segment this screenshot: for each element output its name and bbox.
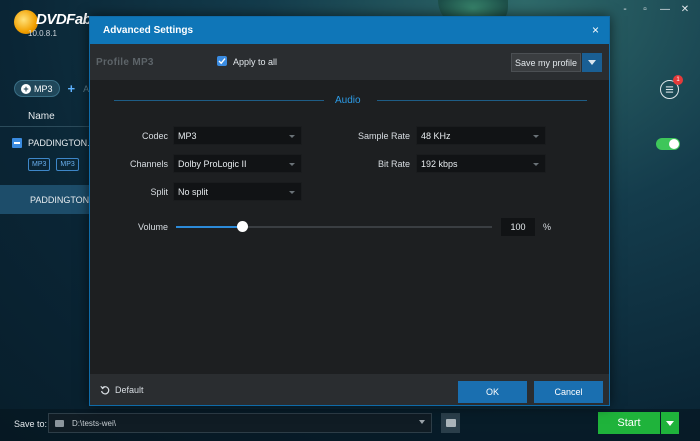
apply-to-all-label[interactable]: Apply to all bbox=[233, 57, 277, 67]
start-options-button[interactable] bbox=[661, 412, 679, 434]
chevron-down-icon bbox=[289, 191, 295, 194]
audio-tag[interactable]: MP3 bbox=[28, 158, 51, 171]
split-value: No split bbox=[178, 186, 209, 197]
list-icon bbox=[665, 86, 674, 93]
profile-value: MP3 bbox=[132, 57, 154, 68]
chevron-down-icon bbox=[289, 135, 295, 138]
collapse-checkbox[interactable] bbox=[12, 138, 22, 148]
notification-badge: 1 bbox=[673, 75, 683, 85]
ok-button[interactable]: OK bbox=[458, 381, 527, 403]
audio-tags: MP3 MP3 bbox=[28, 158, 79, 171]
profile-pill-label: MP3 bbox=[34, 83, 53, 94]
folder-icon bbox=[55, 419, 64, 427]
reset-icon bbox=[100, 385, 110, 395]
title-row[interactable]: PADDINGTON.T bbox=[12, 138, 95, 148]
section-title-audio: Audio bbox=[335, 95, 361, 106]
left-toolbar: + MP3 + A bbox=[14, 80, 89, 97]
sample-rate-value: 48 KHz bbox=[421, 130, 451, 141]
column-header-name: Name bbox=[28, 111, 55, 122]
browse-folder-button[interactable] bbox=[441, 413, 460, 433]
profile-pill-mp3[interactable]: + MP3 bbox=[14, 80, 60, 97]
title-name: PADDINGTON.T bbox=[28, 138, 96, 148]
channels-label: Channels bbox=[129, 159, 168, 169]
section-divider-right bbox=[377, 100, 587, 101]
folder-open-icon bbox=[445, 419, 456, 427]
selected-title-name: PADDINGTON.T bbox=[30, 195, 98, 205]
app-logo-text: DVDFab bbox=[36, 11, 92, 28]
audio-tag[interactable]: MP3 bbox=[56, 158, 79, 171]
chevron-down-icon[interactable] bbox=[419, 420, 425, 424]
chevron-down-icon bbox=[666, 420, 674, 426]
bit-rate-value: 192 kbps bbox=[421, 158, 458, 169]
codec-select[interactable]: MP3 bbox=[173, 126, 302, 145]
codec-value: MP3 bbox=[178, 130, 197, 141]
profile-name: Profile MP3 bbox=[96, 57, 154, 68]
save-profile-options-button[interactable] bbox=[582, 53, 602, 72]
bit-rate-label: Bit Rate bbox=[377, 159, 410, 169]
cancel-button[interactable]: Cancel bbox=[534, 381, 603, 403]
chevron-down-icon bbox=[533, 163, 539, 166]
chevron-down-icon bbox=[289, 163, 295, 166]
sample-rate-label: Sample Rate bbox=[357, 131, 410, 141]
dialog-titlebar: Advanced Settings × bbox=[90, 17, 609, 44]
split-label: Split bbox=[150, 187, 168, 197]
default-label: Default bbox=[115, 385, 144, 395]
volume-unit: % bbox=[543, 222, 552, 232]
dropdown-control-icon[interactable]: - bbox=[620, 4, 630, 15]
chevron-down-icon bbox=[533, 135, 539, 138]
plus-circle-icon: + bbox=[21, 83, 31, 94]
bit-rate-select[interactable]: 192 kbps bbox=[416, 154, 546, 173]
volume-value-input[interactable]: 100 bbox=[501, 218, 535, 236]
split-select[interactable]: No split bbox=[173, 182, 302, 201]
section-divider-left bbox=[114, 100, 324, 101]
app-version: 10.0.8.1 bbox=[28, 29, 57, 38]
window-controls: - ▫ — ✕ bbox=[620, 4, 690, 15]
checkmark-icon bbox=[218, 58, 226, 65]
volume-slider-handle[interactable] bbox=[237, 221, 249, 232]
save-path-field[interactable]: D:\tests-wei\ bbox=[48, 413, 432, 433]
volume-label: Volume bbox=[138, 222, 169, 232]
close-icon[interactable]: × bbox=[592, 23, 599, 37]
profile-label: Profile bbox=[96, 57, 130, 68]
default-button[interactable]: Default bbox=[100, 385, 144, 395]
close-window-icon[interactable]: ✕ bbox=[680, 4, 690, 15]
dialog-title: Advanced Settings bbox=[103, 25, 194, 36]
start-button[interactable]: Start bbox=[598, 412, 660, 434]
enable-toggle[interactable] bbox=[656, 138, 680, 150]
codec-label: Codec bbox=[141, 131, 168, 141]
apply-to-all-checkbox[interactable] bbox=[217, 56, 227, 66]
save-my-profile-button[interactable]: Save my profile bbox=[511, 53, 581, 72]
save-path-text: D:\tests-wei\ bbox=[72, 418, 117, 428]
restore-control-icon[interactable]: ▫ bbox=[640, 4, 650, 15]
advanced-settings-dialog: Advanced Settings × Profile MP3 Apply to… bbox=[89, 16, 610, 406]
add-source-icon[interactable]: + bbox=[68, 81, 76, 96]
channels-select[interactable]: Dolby ProLogic II bbox=[173, 154, 302, 173]
minimize-control-icon[interactable]: — bbox=[660, 4, 670, 15]
channels-value: Dolby ProLogic II bbox=[178, 158, 247, 169]
save-to-label: Save to: bbox=[14, 419, 48, 429]
volume-slider-fill bbox=[176, 226, 243, 228]
dialog-footer bbox=[90, 374, 609, 405]
list-divider bbox=[0, 126, 90, 127]
chevron-down-icon bbox=[588, 60, 596, 65]
sample-rate-select[interactable]: 48 KHz bbox=[416, 126, 546, 145]
